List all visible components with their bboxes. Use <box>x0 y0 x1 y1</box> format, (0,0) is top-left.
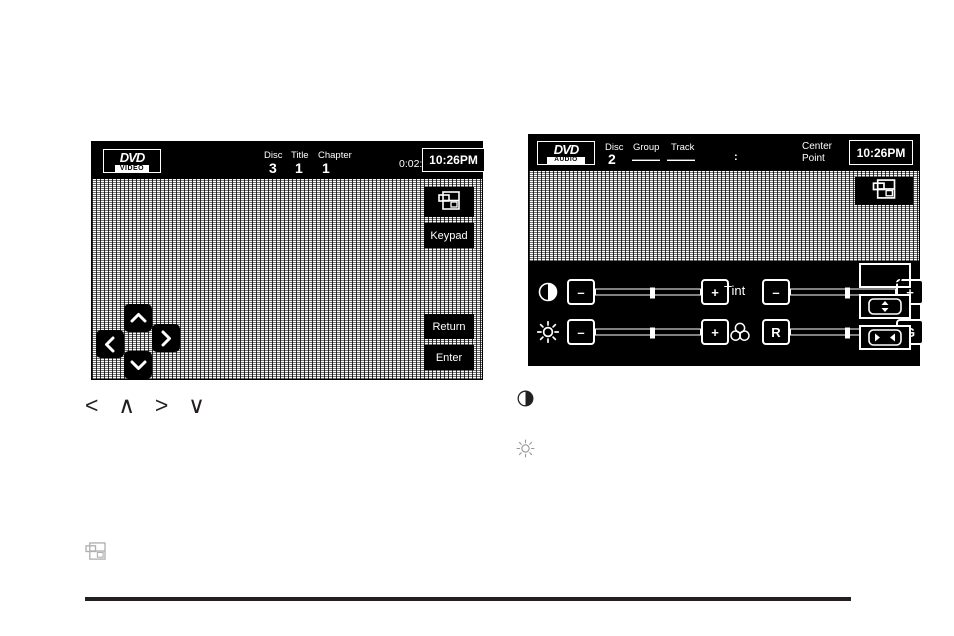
aspect-zoom-icon <box>868 329 902 346</box>
dvd-logo-subtitle: VIDEO <box>115 165 149 172</box>
time-value: : <box>734 151 738 163</box>
brightness-glyph <box>515 438 535 458</box>
contrast-glyph <box>516 389 534 407</box>
dpad-right-button[interactable] <box>152 324 180 352</box>
aspect-wide-button[interactable] <box>859 263 911 288</box>
dvd-logo-subtitle: AUDIO <box>547 156 585 164</box>
clock-display: 10:26PM <box>849 140 913 165</box>
contrast-slider[interactable]: – + <box>529 277 749 307</box>
split-screen-button[interactable] <box>855 177 913 205</box>
split-screen-icon <box>438 190 460 214</box>
dpad-down-button[interactable] <box>124 351 152 379</box>
left-chevron-icon <box>105 336 115 352</box>
dvd-audio-header: DVD AUDIO Disc Group Track 2 —— —— : Cen… <box>529 135 919 171</box>
split-screen-icon <box>84 541 106 560</box>
contrast-icon <box>517 390 533 406</box>
down-chevron-glyph: ∨ <box>188 391 205 418</box>
down-chevron-icon <box>130 360 146 370</box>
left-chevron-glyph: < <box>85 391 99 418</box>
up-chevron-icon <box>130 313 146 323</box>
page-footer-rule <box>85 597 851 601</box>
right-chevron-icon <box>161 330 171 346</box>
dvd-video-viewport: Keypad Return Enter <box>92 179 482 379</box>
dvd-audio-logo: DVD AUDIO <box>537 141 595 165</box>
clock-display: 10:26PM <box>422 148 485 172</box>
dvd-logo-word: DVD <box>119 150 145 165</box>
enter-button[interactable]: Enter <box>424 345 474 370</box>
tint-thumb[interactable] <box>845 287 851 299</box>
color-r-button[interactable]: R <box>762 319 790 345</box>
contrast-icon <box>537 281 559 303</box>
aspect-vertical-button[interactable] <box>859 294 911 319</box>
aspect-zoom-button[interactable] <box>859 325 911 350</box>
disc-value: 3 <box>269 160 277 176</box>
brightness-slider[interactable]: – + <box>529 317 749 347</box>
tint-label: Tint <box>724 283 746 298</box>
split-screen-button[interactable] <box>424 187 474 217</box>
dvd-audio-screen: DVD AUDIO Disc Group Track 2 —— —— : Cen… <box>528 134 924 366</box>
color-slider[interactable]: R G <box>724 317 944 347</box>
keypad-button[interactable]: Keypad <box>424 223 474 248</box>
tint-slider[interactable]: Tint – + <box>724 277 944 307</box>
dpad-left-button[interactable] <box>96 330 124 358</box>
aspect-wide-icon <box>868 267 902 284</box>
brightness-thumb[interactable] <box>650 327 656 339</box>
color-icon <box>727 321 753 343</box>
dvd-audio-viewport <box>529 171 919 261</box>
brightness-icon <box>536 320 560 344</box>
group-value: —— <box>632 151 660 167</box>
color-thumb[interactable] <box>845 327 851 339</box>
tint-minus-button[interactable]: – <box>762 279 790 305</box>
return-button[interactable]: Return <box>424 314 474 339</box>
center-point-label-line2: Point <box>802 153 825 164</box>
right-chevron-glyph: > <box>154 391 169 418</box>
title-value: 1 <box>295 160 303 176</box>
up-chevron-glyph: ∧ <box>118 391 136 418</box>
chapter-value: 1 <box>322 160 330 176</box>
arrow-glyph-caption: < ∧ > ∨ <box>85 391 205 419</box>
dpad-up-button[interactable] <box>124 304 152 332</box>
aspect-vertical-icon <box>868 298 902 315</box>
split-screen-glyph <box>84 541 106 561</box>
brightness-minus-button[interactable]: – <box>567 319 595 345</box>
dvd-video-screen: DVD VIDEO Disc Title Chapter 3 1 1 0:02:… <box>91 141 485 380</box>
center-point-label-line1: Center <box>802 141 833 152</box>
brightness-icon <box>515 438 535 458</box>
contrast-track[interactable] <box>595 287 701 299</box>
dvd-logo-word: DVD <box>553 142 579 157</box>
brightness-track[interactable] <box>595 327 701 339</box>
contrast-minus-button[interactable]: – <box>567 279 595 305</box>
picture-controls-panel: – + Tint – + – + R <box>529 261 924 365</box>
contrast-thumb[interactable] <box>650 287 656 299</box>
dvd-video-logo: DVD VIDEO <box>103 149 161 173</box>
track-value: —— <box>667 151 695 167</box>
disc-value: 2 <box>608 151 616 167</box>
dvd-video-header: DVD VIDEO Disc Title Chapter 3 1 1 0:02:… <box>92 142 485 179</box>
split-screen-icon <box>872 179 896 203</box>
